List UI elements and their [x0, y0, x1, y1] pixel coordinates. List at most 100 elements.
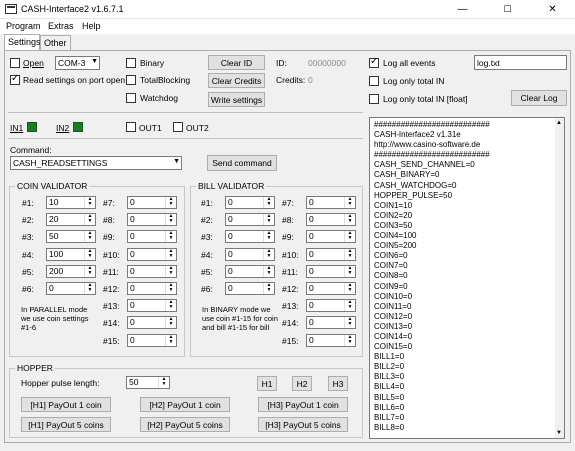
coin-value-stepper[interactable]: 0 ▲ ▼	[127, 213, 177, 227]
watchdog-checkbox[interactable]	[126, 93, 136, 103]
h2-payout-5-button[interactable]: [H2] PayOut 5 coins	[140, 417, 230, 432]
write-settings-button[interactable]: Write settings	[208, 92, 265, 107]
spin-arrows-icon[interactable]: ▲ ▼	[263, 248, 274, 260]
log-total-float-checkbox[interactable]	[369, 94, 379, 104]
spin-arrows-icon[interactable]: ▲ ▼	[165, 334, 176, 346]
spin-arrows-icon[interactable]: ▲ ▼	[165, 214, 176, 226]
h3-payout-5-button[interactable]: [H3] PayOut 5 coins	[258, 417, 348, 432]
bill-value-stepper[interactable]: 0 ▲ ▼	[225, 282, 275, 295]
h2-button[interactable]: H2	[292, 376, 312, 391]
h1-button[interactable]: H1	[257, 376, 277, 391]
spin-arrows-icon[interactable]: ▲ ▼	[263, 283, 274, 294]
clear-id-button[interactable]: Clear ID	[208, 55, 265, 70]
tab-settings[interactable]: Settings	[4, 34, 41, 50]
coin-value-stepper[interactable]: 50 ▲ ▼	[46, 230, 96, 244]
total-blocking-checkbox[interactable]	[126, 75, 136, 85]
bill-value-stepper[interactable]: 0 ▲ ▼	[306, 333, 356, 347]
scroll-up-icon[interactable]: ▲	[556, 120, 562, 126]
bill-value-stepper[interactable]: 0 ▲ ▼	[225, 213, 275, 227]
spin-arrows-icon[interactable]: ▲ ▼	[165, 231, 176, 243]
log-output[interactable]: ########################## CASH-Interface…	[369, 117, 565, 439]
spin-arrows-icon[interactable]: ▲ ▼	[84, 248, 95, 260]
h3-payout-1-button[interactable]: [H3] PayOut 1 coin	[258, 397, 348, 412]
scroll-down-icon[interactable]: ▼	[556, 430, 562, 436]
clear-log-button[interactable]: Clear Log	[511, 90, 567, 106]
bill-value-stepper[interactable]: 0 ▲ ▼	[306, 299, 356, 313]
h1-payout-5-button[interactable]: [H1] PayOut 5 coins	[21, 417, 111, 432]
spin-arrows-icon[interactable]: ▲ ▼	[165, 300, 176, 312]
spin-arrows-icon[interactable]: ▲ ▼	[344, 265, 355, 277]
hopper-pulse-stepper[interactable]: 50 ▲ ▼	[126, 376, 170, 389]
spin-arrows-icon[interactable]: ▲ ▼	[344, 214, 355, 226]
bill-value-stepper[interactable]: 0 ▲ ▼	[306, 213, 356, 227]
spin-arrows-icon[interactable]: ▲ ▼	[84, 283, 95, 294]
bill-value-stepper[interactable]: 0 ▲ ▼	[225, 264, 275, 278]
spin-arrows-icon[interactable]: ▲ ▼	[84, 231, 95, 243]
open-checkbox[interactable]	[10, 58, 20, 68]
binary-checkbox[interactable]	[126, 58, 136, 68]
spin-arrows-icon[interactable]: ▲ ▼	[344, 231, 355, 243]
log-total-in-checkbox[interactable]	[369, 76, 379, 86]
port-select[interactable]: COM-3 ▼	[55, 56, 100, 70]
spin-arrows-icon[interactable]: ▲ ▼	[263, 214, 274, 226]
out1-checkbox[interactable]	[126, 122, 136, 132]
spin-arrows-icon[interactable]: ▲ ▼	[84, 197, 95, 208]
spin-arrows-icon[interactable]: ▲ ▼	[84, 265, 95, 277]
coin-value-stepper[interactable]: 100 ▲ ▼	[46, 247, 96, 261]
read-settings-checkbox[interactable]	[10, 73, 20, 85]
coin-value-stepper[interactable]: 0 ▲ ▼	[46, 282, 96, 295]
bill-value-stepper[interactable]: 0 ▲ ▼	[225, 230, 275, 244]
coin-value-stepper[interactable]: 0 ▲ ▼	[127, 230, 177, 244]
spin-arrows-icon[interactable]: ▲ ▼	[344, 334, 355, 346]
spin-arrows-icon[interactable]: ▲ ▼	[165, 317, 176, 329]
bill-value-stepper[interactable]: 0 ▲ ▼	[306, 282, 356, 295]
send-command-button[interactable]: Send command	[207, 155, 277, 171]
coin-value-stepper[interactable]: 20 ▲ ▼	[46, 213, 96, 227]
close-button[interactable]: ✕	[530, 0, 575, 19]
spin-arrows-icon[interactable]: ▲ ▼	[344, 317, 355, 329]
h2-payout-1-button[interactable]: [H2] PayOut 1 coin	[140, 397, 230, 412]
coin-value-stepper[interactable]: 200 ▲ ▼	[46, 264, 96, 278]
menu-help[interactable]: Help	[82, 21, 101, 31]
log-file-input[interactable]	[474, 55, 567, 70]
spin-arrows-icon[interactable]: ▲ ▼	[263, 265, 274, 277]
spin-arrows-icon[interactable]: ▲ ▼	[263, 231, 274, 243]
coin-value-stepper[interactable]: 0 ▲ ▼	[127, 196, 177, 209]
h3-button[interactable]: H3	[328, 376, 348, 391]
spin-arrows-icon[interactable]: ▲ ▼	[344, 300, 355, 312]
bill-value-stepper[interactable]: 0 ▲ ▼	[306, 316, 356, 330]
spin-arrows-icon[interactable]: ▲ ▼	[158, 377, 169, 388]
log-all-checkbox[interactable]	[369, 56, 379, 68]
bill-value-stepper[interactable]: 0 ▲ ▼	[306, 247, 356, 261]
out2-checkbox[interactable]	[173, 122, 183, 132]
command-select[interactable]: CASH_READSETTINGS ▼	[10, 156, 182, 170]
coin-value-stepper[interactable]: 0 ▲ ▼	[127, 299, 177, 313]
coin-value-stepper[interactable]: 0 ▲ ▼	[127, 333, 177, 347]
spin-arrows-icon[interactable]: ▲ ▼	[165, 197, 176, 208]
spin-arrows-icon[interactable]: ▲ ▼	[165, 248, 176, 260]
menu-program[interactable]: Program	[6, 21, 41, 31]
h1-payout-1-button[interactable]: [H1] PayOut 1 coin	[21, 397, 111, 412]
spin-arrows-icon[interactable]: ▲ ▼	[165, 265, 176, 277]
spin-arrows-icon[interactable]: ▲ ▼	[263, 197, 274, 208]
coin-value-stepper[interactable]: 0 ▲ ▼	[127, 282, 177, 295]
minimize-button[interactable]: —	[440, 0, 485, 19]
menu-extras[interactable]: Extras	[48, 21, 74, 31]
spin-arrows-icon[interactable]: ▲ ▼	[344, 283, 355, 294]
log-scrollbar[interactable]: ▲ ▼	[555, 118, 564, 438]
bill-value-stepper[interactable]: 0 ▲ ▼	[306, 230, 356, 244]
tab-other[interactable]: Other	[40, 35, 71, 50]
bill-value-stepper[interactable]: 0 ▲ ▼	[225, 196, 275, 209]
coin-value-stepper[interactable]: 0 ▲ ▼	[127, 264, 177, 278]
spin-arrows-icon[interactable]: ▲ ▼	[344, 248, 355, 260]
clear-credits-button[interactable]: Clear Credits	[208, 73, 265, 88]
bill-value-stepper[interactable]: 0 ▲ ▼	[225, 247, 275, 261]
coin-value-stepper[interactable]: 10 ▲ ▼	[46, 196, 96, 209]
bill-value-stepper[interactable]: 0 ▲ ▼	[306, 264, 356, 278]
maximize-button[interactable]: ☐	[485, 0, 530, 19]
spin-arrows-icon[interactable]: ▲ ▼	[165, 283, 176, 294]
coin-value-stepper[interactable]: 0 ▲ ▼	[127, 247, 177, 261]
spin-arrows-icon[interactable]: ▲ ▼	[344, 197, 355, 208]
coin-value-stepper[interactable]: 0 ▲ ▼	[127, 316, 177, 330]
spin-arrows-icon[interactable]: ▲ ▼	[84, 214, 95, 226]
